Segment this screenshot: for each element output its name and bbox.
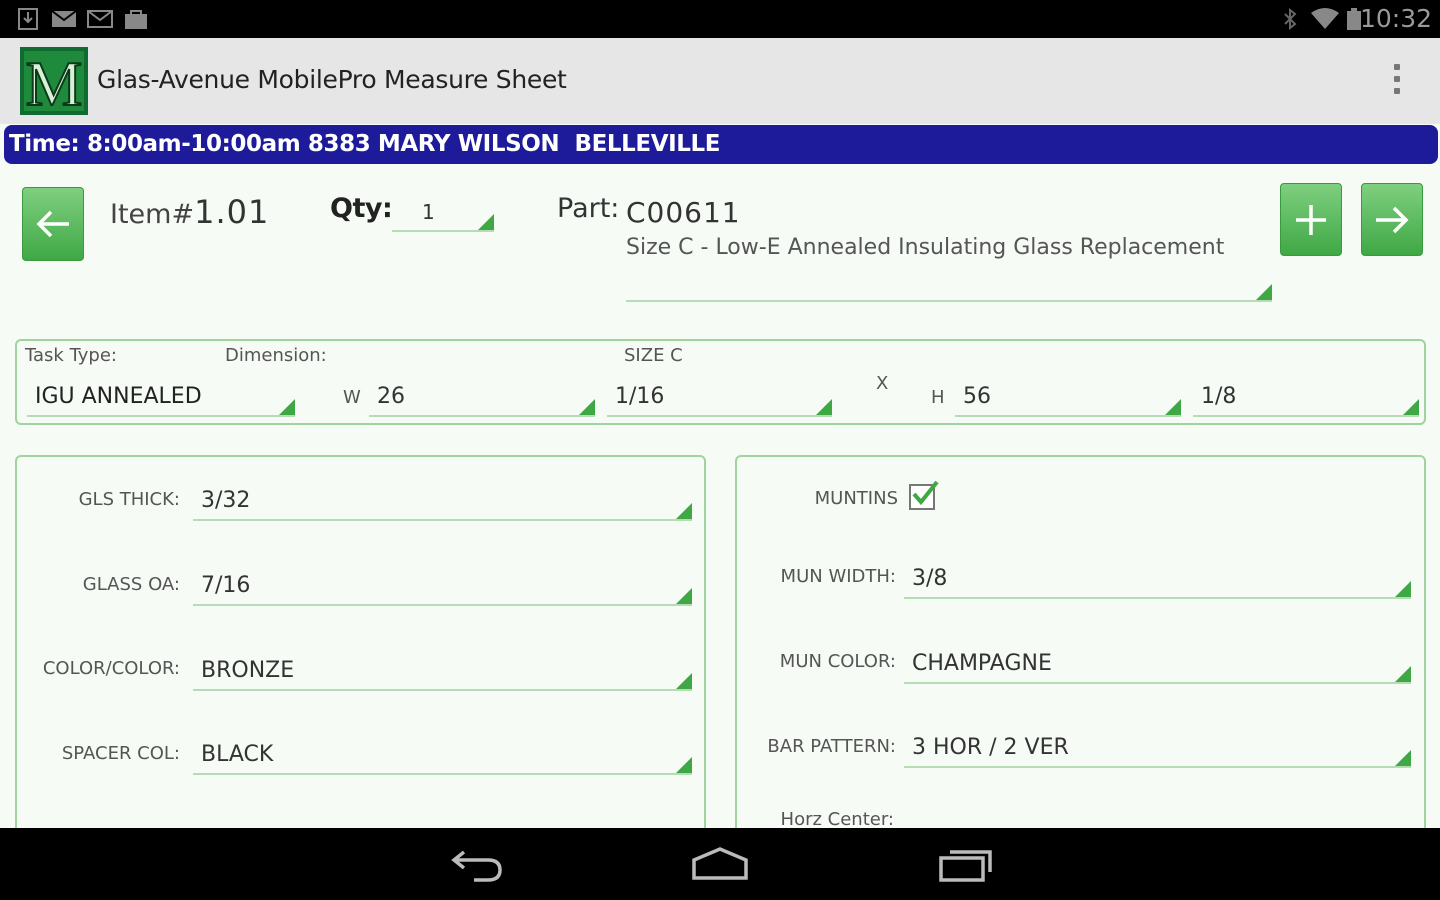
app-logo: M (20, 47, 88, 115)
add-item-button[interactable] (1280, 183, 1342, 256)
item-number-label: Item#1.01 (110, 193, 270, 231)
appointment-banner: Time: 8:00am-10:00am 8383 MARY WILSON BE… (4, 125, 1438, 164)
width-label: W (343, 387, 361, 408)
bluetooth-icon (1284, 8, 1297, 30)
back-icon[interactable] (450, 846, 504, 882)
muntin-options-panel: MUNTINS MUN WIDTH: 3/8 MUN COLOR: CHAMPA… (735, 455, 1426, 855)
muntins-checkbox[interactable] (909, 480, 939, 510)
store-notification-icon (125, 10, 147, 29)
horz-center-label: Horz Center: (780, 809, 894, 830)
dropdown-arrow-icon (1395, 581, 1411, 597)
qty-spinner[interactable]: 1 (392, 190, 494, 232)
clock: 10:32 (1359, 4, 1432, 33)
field-label: BAR PATTERN: (767, 736, 896, 757)
by-label: X (876, 373, 889, 394)
navigation-bar (0, 828, 1440, 900)
dropdown-arrow-icon (1165, 399, 1181, 415)
gls-thick-spinner[interactable]: 3/32 (193, 479, 692, 521)
muntin-width-spinner[interactable]: 3/8 (904, 557, 1411, 599)
width-fraction-spinner[interactable]: 1/16 (607, 375, 832, 417)
dropdown-arrow-icon (478, 214, 494, 230)
previous-item-button[interactable] (22, 187, 84, 261)
height-fraction-spinner[interactable]: 1/8 (1193, 375, 1419, 417)
part-spinner[interactable] (626, 262, 1272, 302)
dropdown-arrow-icon (676, 757, 692, 773)
spacer-color-spinner[interactable]: BLACK (193, 733, 692, 775)
dropdown-arrow-icon (1403, 399, 1419, 415)
dropdown-arrow-icon (676, 673, 692, 689)
dimension-label: Dimension: (225, 345, 327, 366)
checkmark-icon (912, 480, 939, 506)
home-icon[interactable] (690, 846, 750, 882)
wifi-icon (1311, 8, 1339, 29)
item-number: 1.01 (194, 193, 270, 231)
dropdown-arrow-icon (579, 399, 595, 415)
gmail-notification-icon (51, 10, 77, 27)
dropdown-arrow-icon (1256, 284, 1272, 300)
part-code: C00611 (626, 196, 741, 229)
part-label: Part: (557, 193, 620, 224)
status-bar: 10:32 (0, 0, 1440, 38)
action-bar: M Glas-Avenue MobilePro Measure Sheet (0, 38, 1440, 124)
app-title: Glas-Avenue MobilePro Measure Sheet (97, 65, 567, 94)
field-label: SPACER COL: (61, 743, 180, 764)
dropdown-arrow-icon (1395, 750, 1411, 766)
next-item-button[interactable] (1361, 183, 1423, 256)
width-spinner[interactable]: 26 (369, 375, 595, 417)
field-label: GLASS OA: (82, 574, 180, 595)
svg-text:M: M (26, 48, 83, 115)
glass-oa-spinner[interactable]: 7/16 (193, 564, 692, 606)
field-label: MUN WIDTH: (780, 566, 896, 587)
field-label: MUN COLOR: (779, 651, 896, 672)
recent-apps-icon[interactable] (938, 846, 994, 882)
qty-label: Qty: (330, 193, 393, 224)
muntin-color-spinner[interactable]: CHAMPAGNE (904, 642, 1411, 684)
dropdown-arrow-icon (676, 588, 692, 604)
size-label: SIZE C (624, 345, 683, 366)
arrow-right-icon (1376, 206, 1409, 233)
field-label: GLS THICK: (78, 489, 180, 510)
color-spinner[interactable]: BRONZE (193, 649, 692, 691)
dropdown-arrow-icon (676, 503, 692, 519)
task-type-spinner[interactable]: IGU ANNEALED (27, 375, 295, 417)
bar-pattern-spinner[interactable]: 3 HOR / 2 VER (904, 726, 1411, 768)
task-dimension-panel: Task Type: Dimension: SIZE C IGU ANNEALE… (15, 339, 1426, 425)
height-label: H (931, 387, 945, 408)
email-notification-icon (87, 10, 113, 28)
overflow-menu-icon[interactable] (1392, 64, 1402, 98)
muntins-label: MUNTINS (814, 488, 898, 509)
dropdown-arrow-icon (816, 399, 832, 415)
height-spinner[interactable]: 56 (955, 375, 1181, 417)
arrow-left-icon (36, 210, 69, 238)
glass-options-panel: GLS THICK: 3/32 GLASS OA: 7/16 COLOR/COL… (15, 455, 706, 855)
dropdown-arrow-icon (279, 399, 295, 415)
part-description: Size C - Low-E Annealed Insulating Glass… (626, 235, 1225, 260)
download-notification-icon (18, 8, 38, 30)
plus-icon (1296, 204, 1326, 235)
dropdown-arrow-icon (1395, 666, 1411, 682)
field-label: COLOR/COLOR: (42, 658, 180, 679)
task-type-label: Task Type: (25, 345, 117, 366)
